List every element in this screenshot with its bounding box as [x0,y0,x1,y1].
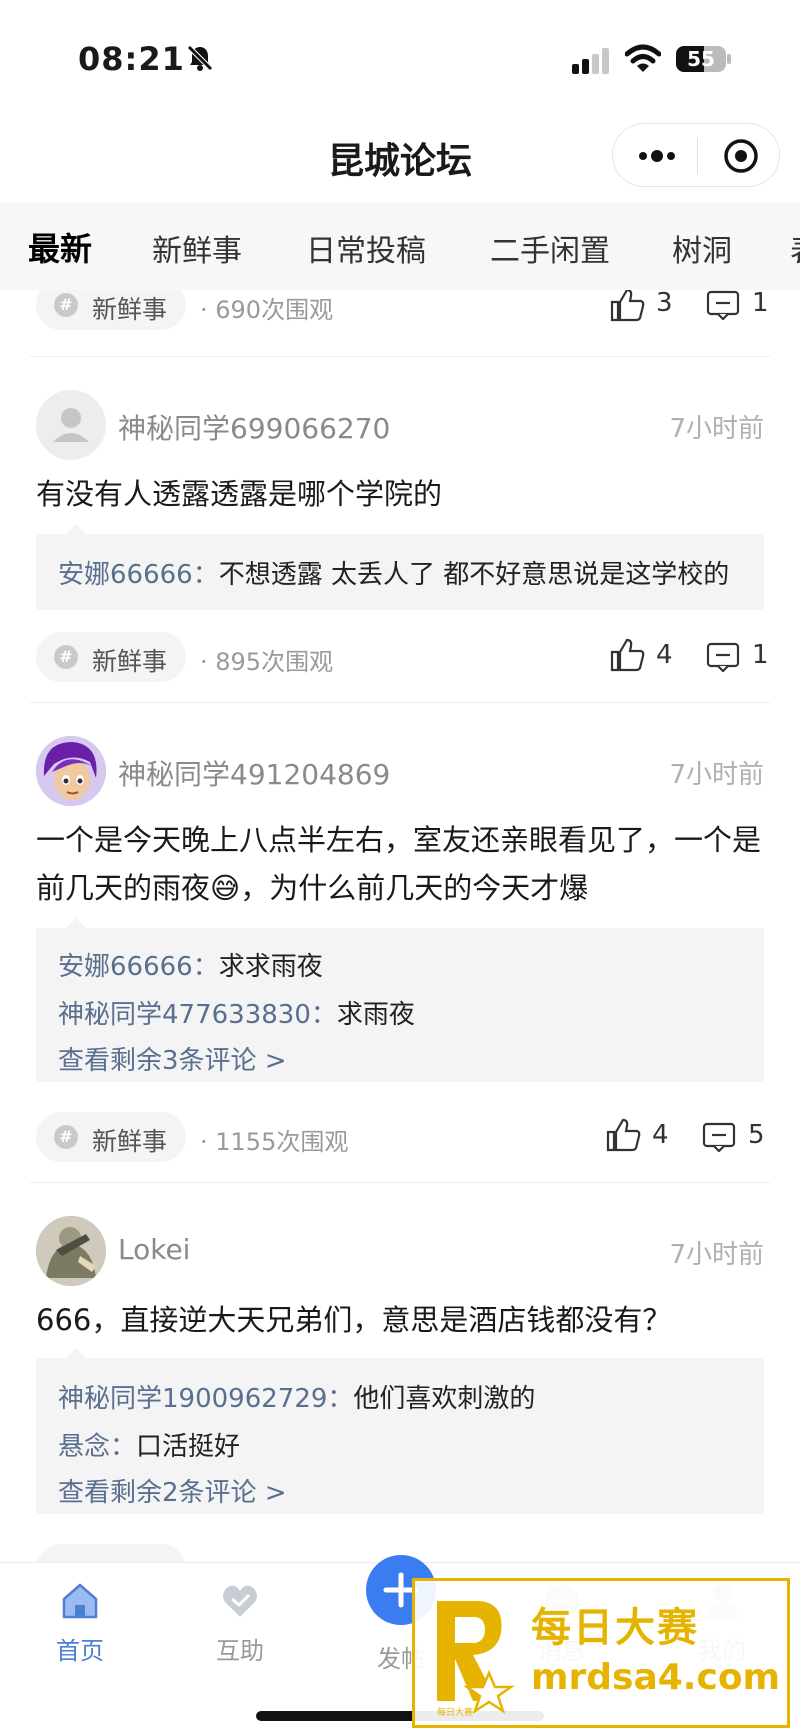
avatar[interactable] [36,1216,106,1286]
tab-news[interactable]: 新鲜事 [152,226,242,270]
comment-icon[interactable] [706,642,740,672]
like-count: 3 [656,290,673,318]
sweat-smile-emoji: 😅 [210,871,241,905]
post-content-text: ，为什么前几天的今天才爆 [240,871,589,905]
watermark-small-text: 每日大赛 [437,1706,473,1718]
comment-preview[interactable]: 安娜66666：求求雨夜 神秘同学477633830：求雨夜 查看剩余3条评论 … [36,918,764,1082]
thumbs-up-icon[interactable] [610,290,646,322]
post-divider [30,702,770,703]
username[interactable]: Lokei [118,1233,190,1266]
close-target-icon[interactable] [723,138,759,174]
capsule-divider [697,138,698,174]
more-options-icon[interactable] [635,144,679,168]
watermark: 每日大赛 每日大赛 mrdsa4.com [412,1578,790,1728]
signal-icon [572,48,609,74]
comment-text: 求求雨夜 [218,952,323,982]
mini-program-capsule [612,123,780,187]
username[interactable]: 神秘同学699066270 [118,407,390,447]
view-more-comments-link[interactable]: 查看剩余3条评论 > [58,1040,287,1077]
comment-text: 不想透露 太丢人了 都不好意思说是这学校的 [218,560,730,590]
avatar[interactable] [36,390,106,460]
help-icon [223,1585,257,1617]
watermark-logo: 每日大赛 [437,1601,516,1718]
topic-label: 新鲜事 [92,1127,168,1156]
comment-icon[interactable] [702,1122,736,1152]
thumbs-up-icon[interactable] [610,638,646,672]
post-feed: # 新鲜事 · 690次围观 3 1 神秘同学699066270 7小时前 有没… [0,290,800,1562]
topic-tag[interactable] [36,1544,186,1562]
comment-text: 口活挺好 [136,1432,241,1462]
comment-preview[interactable]: 神秘同学1900962729：他们喜欢刺激的 悬念：口活挺好 查看剩余2条评论 … [36,1348,764,1514]
tab-daily[interactable]: 日常投稿 [306,226,426,270]
comment-user: 神秘同学477633830： [58,1000,337,1030]
like-count: 4 [652,1120,669,1150]
post-content-line: 一个是今天晚上八点半左右，室友还亲眼看见了，一个是 [36,823,762,857]
tab-latest[interactable]: 最新 [28,224,92,270]
hash-icon: # [54,645,78,669]
comment-line: 安娜66666：不想透露 太丢人了 都不好意思说是这学校的 [58,554,729,591]
bell-muted-icon [187,45,213,71]
post-time: 7小时前 [669,414,764,444]
like-count: 4 [656,640,673,670]
post-time: 7小时前 [669,760,764,790]
nav-home[interactable]: 首页 [30,1581,130,1666]
view-count: · 690次围观 [200,296,334,324]
comment-line: 神秘同学1900962729：他们喜欢刺激的 [58,1378,535,1415]
post-content-text: 前几天的雨夜 [36,871,211,905]
post-content: 一个是今天晚上八点半左右，室友还亲眼看见了，一个是 前几天的雨夜😅，为什么前几天… [36,816,766,912]
comment-count: 5 [748,1120,765,1150]
status-time: 08:21 [78,40,185,78]
category-tabs: 最新 新鲜事 日常投稿 二手闲置 树洞 表 [0,202,800,290]
tab-treehole[interactable]: 树洞 [672,226,732,270]
comment-count: 1 [752,640,769,670]
comment-line: 安娜66666：求求雨夜 [58,946,323,983]
comment-text: 求雨夜 [336,1000,415,1030]
comment-user: 安娜66666： [58,560,219,590]
comment-count: 1 [752,290,769,318]
username[interactable]: 神秘同学491204869 [118,753,390,793]
thumbs-up-icon[interactable] [606,1118,642,1152]
comment-user: 安娜66666： [58,952,219,982]
topic-tag[interactable]: # 新鲜事 [36,632,186,682]
photo-avatar-icon [36,1216,106,1286]
topic-label: 新鲜事 [92,295,168,324]
post-time: 7小时前 [669,1240,764,1270]
comment-line: 悬念：口活挺好 [58,1426,240,1463]
home-icon [62,1583,98,1619]
watermark-url: mrdsa4.com [531,1657,781,1698]
topic-tag[interactable]: # 新鲜事 [36,290,186,330]
comment-preview[interactable]: 安娜66666：不想透露 太丢人了 都不好意思说是这学校的 [36,524,764,610]
hash-icon: # [54,293,78,317]
view-count: · 895次围观 [200,648,334,676]
nav-home-label: 首页 [56,1637,104,1665]
nav-help-label: 互助 [216,1637,264,1665]
status-bar: 08:21 55 [0,0,800,110]
post-content: 666，直接逆大天兄弟们，意思是酒店钱都没有？ [36,1303,672,1337]
comment-user: 悬念： [58,1432,137,1462]
post-divider [30,356,770,357]
view-count: · 1155次围观 [200,1128,349,1156]
wifi-icon [625,44,661,72]
avatar[interactable] [36,736,106,806]
post-content-line: 前几天的雨夜😅，为什么前几天的今天才爆 [36,864,766,912]
comment-text: 他们喜欢刺激的 [353,1384,536,1414]
title-bar: 昆城论坛 [0,110,800,202]
tab-secondhand[interactable]: 二手闲置 [490,226,610,270]
comment-icon[interactable] [706,290,740,320]
post-divider [30,1182,770,1183]
cartoon-avatar-icon [36,736,106,806]
topic-tag[interactable]: # 新鲜事 [36,1112,186,1162]
post-content: 有没有人透露透露是哪个学院的 [36,477,443,511]
comment-line: 神秘同学477633830：求雨夜 [58,994,415,1031]
view-more-comments-link[interactable]: 查看剩余2条评论 > [58,1472,287,1509]
tab-more[interactable]: 表 [790,226,800,270]
nav-help[interactable]: 互助 [190,1581,290,1666]
topic-label: 新鲜事 [92,647,168,676]
battery-icon: 55 [676,44,732,74]
watermark-title: 每日大赛 [531,1605,699,1651]
hash-icon: # [54,1125,78,1149]
default-user-icon [53,408,89,442]
comment-user: 神秘同学1900962729： [58,1384,354,1414]
battery-level: 55 [687,47,715,71]
